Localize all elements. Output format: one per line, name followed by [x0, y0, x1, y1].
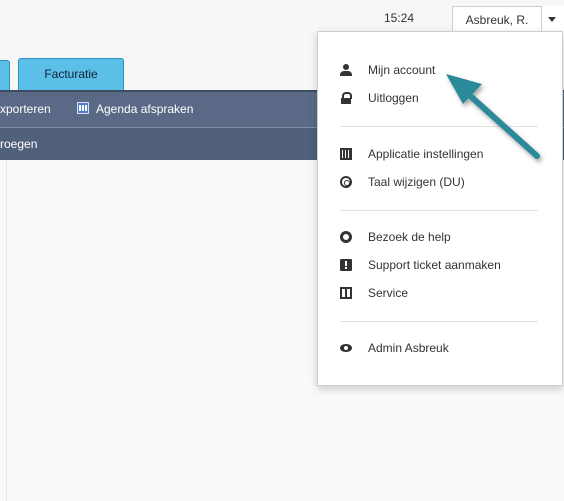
arrow-shaft	[464, 90, 540, 159]
annotation-arrow	[446, 74, 540, 159]
